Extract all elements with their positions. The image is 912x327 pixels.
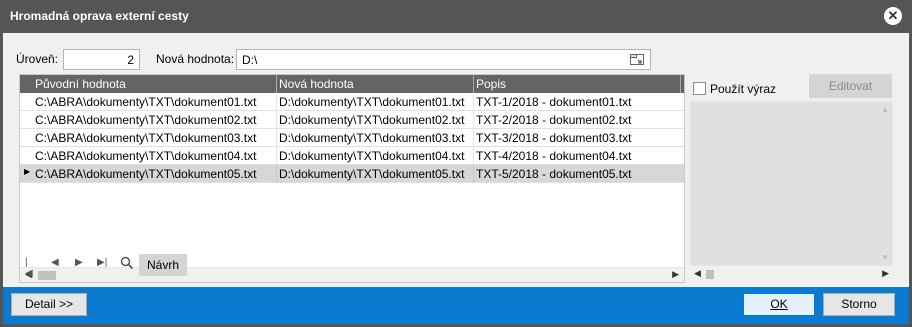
detail-button[interactable]: Detail >>	[11, 293, 87, 316]
scroll-down-icon[interactable]: ▼	[881, 253, 889, 262]
scroll-up-icon[interactable]: ▲	[881, 105, 889, 114]
search-icon[interactable]	[120, 256, 134, 273]
row-pointer-icon: ▶	[24, 167, 31, 176]
cell-original: C:\ABRA\dokumenty\TXT\dokument01.txt	[35, 95, 257, 109]
ok-label: OK	[770, 297, 788, 311]
cell-new: D:\dokumenty\TXT\dokument04.txt	[279, 149, 465, 163]
previous-record-icon[interactable]: ◀	[51, 257, 59, 268]
cell-new: D:\dokumenty\TXT\dokument02.txt	[279, 113, 465, 127]
column-original[interactable]: Původní hodnota	[35, 77, 126, 91]
new-value-label: Nová hodnota:	[156, 52, 235, 66]
last-record-icon[interactable]: ▶|	[97, 257, 107, 268]
cell-new: D:\dokumenty\TXT\dokument05.txt	[279, 167, 465, 181]
scroll-left-icon[interactable]: ◀	[694, 268, 701, 279]
level-label: Úroveň:	[16, 52, 59, 66]
data-grid: Původní hodnota Nová hodnota Popis C:\AB…	[19, 74, 685, 283]
cell-new: D:\dokumenty\TXT\dokument01.txt	[279, 95, 465, 109]
scroll-right-icon[interactable]: ▶	[672, 269, 679, 280]
expression-horizontal-scrollbar[interactable]: ◀ ▶	[690, 266, 893, 282]
expression-area[interactable]: ▲ ▼	[690, 101, 893, 266]
level-input[interactable]: 2	[63, 49, 140, 70]
new-value-input[interactable]: D:\	[236, 49, 651, 70]
column-new[interactable]: Nová hodnota	[279, 77, 354, 91]
cell-original: C:\ABRA\dokumenty\TXT\dokument02.txt	[35, 113, 257, 127]
cell-new: D:\dokumenty\TXT\dokument03.txt	[279, 131, 465, 145]
expression-panel: Použít výraz Editovat ▲ ▼ ◀ ▶	[690, 74, 893, 283]
close-icon[interactable]: ✕	[884, 7, 902, 25]
next-record-icon[interactable]: ▶	[75, 257, 83, 268]
draft-button[interactable]: Návrh	[139, 254, 187, 276]
first-record-icon[interactable]: |◀	[25, 257, 33, 279]
cell-original: C:\ABRA\dokumenty\TXT\dokument03.txt	[35, 131, 257, 145]
new-value-text: D:\	[242, 53, 258, 67]
dialog-body: Úroveň: 2 Nová hodnota: D:\ Původní hodn…	[3, 33, 909, 324]
dialog-window: Hromadná oprava externí cesty ✕ Úroveň: …	[0, 0, 912, 327]
table-row[interactable]: C:\ABRA\dokumenty\TXT\dokument01.txt D:\…	[20, 93, 684, 111]
scroll-thumb[interactable]	[38, 271, 56, 280]
dialog-footer: Detail >> OK Storno	[3, 287, 909, 324]
cell-original: C:\ABRA\dokumenty\TXT\dokument05.txt	[35, 167, 257, 181]
window-title: Hromadná oprava externí cesty	[10, 9, 189, 23]
scroll-right-icon[interactable]: ▶	[882, 268, 889, 279]
ok-button[interactable]: OK	[743, 293, 815, 316]
grid-header: Původní hodnota Nová hodnota Popis	[20, 75, 684, 93]
folder-icon[interactable]	[629, 52, 646, 67]
cell-description: TXT-4/2018 - dokument04.txt	[476, 149, 632, 163]
use-expression-checkbox[interactable]	[693, 82, 706, 95]
use-expression-label: Použít výraz	[710, 82, 777, 96]
cell-description: TXT-1/2018 - dokument01.txt	[476, 95, 632, 109]
title-bar: Hromadná oprava externí cesty ✕	[0, 0, 912, 33]
cell-description: TXT-2/2018 - dokument02.txt	[476, 113, 632, 127]
cell-original: C:\ABRA\dokumenty\TXT\dokument04.txt	[35, 149, 257, 163]
table-row[interactable]: C:\ABRA\dokumenty\TXT\dokument03.txt D:\…	[20, 129, 684, 147]
column-description[interactable]: Popis	[476, 77, 506, 91]
table-row[interactable]: C:\ABRA\dokumenty\TXT\dokument04.txt D:\…	[20, 147, 684, 165]
cell-description: TXT-5/2018 - dokument05.txt	[476, 167, 632, 181]
table-row-selected[interactable]: ▶ C:\ABRA\dokumenty\TXT\dokument05.txt D…	[20, 165, 684, 183]
cell-description: TXT-3/2018 - dokument03.txt	[476, 131, 632, 145]
scroll-thumb[interactable]	[706, 270, 714, 279]
table-row[interactable]: C:\ABRA\dokumenty\TXT\dokument02.txt D:\…	[20, 111, 684, 129]
cancel-button[interactable]: Storno	[823, 293, 895, 316]
edit-button[interactable]: Editovat	[809, 74, 892, 98]
